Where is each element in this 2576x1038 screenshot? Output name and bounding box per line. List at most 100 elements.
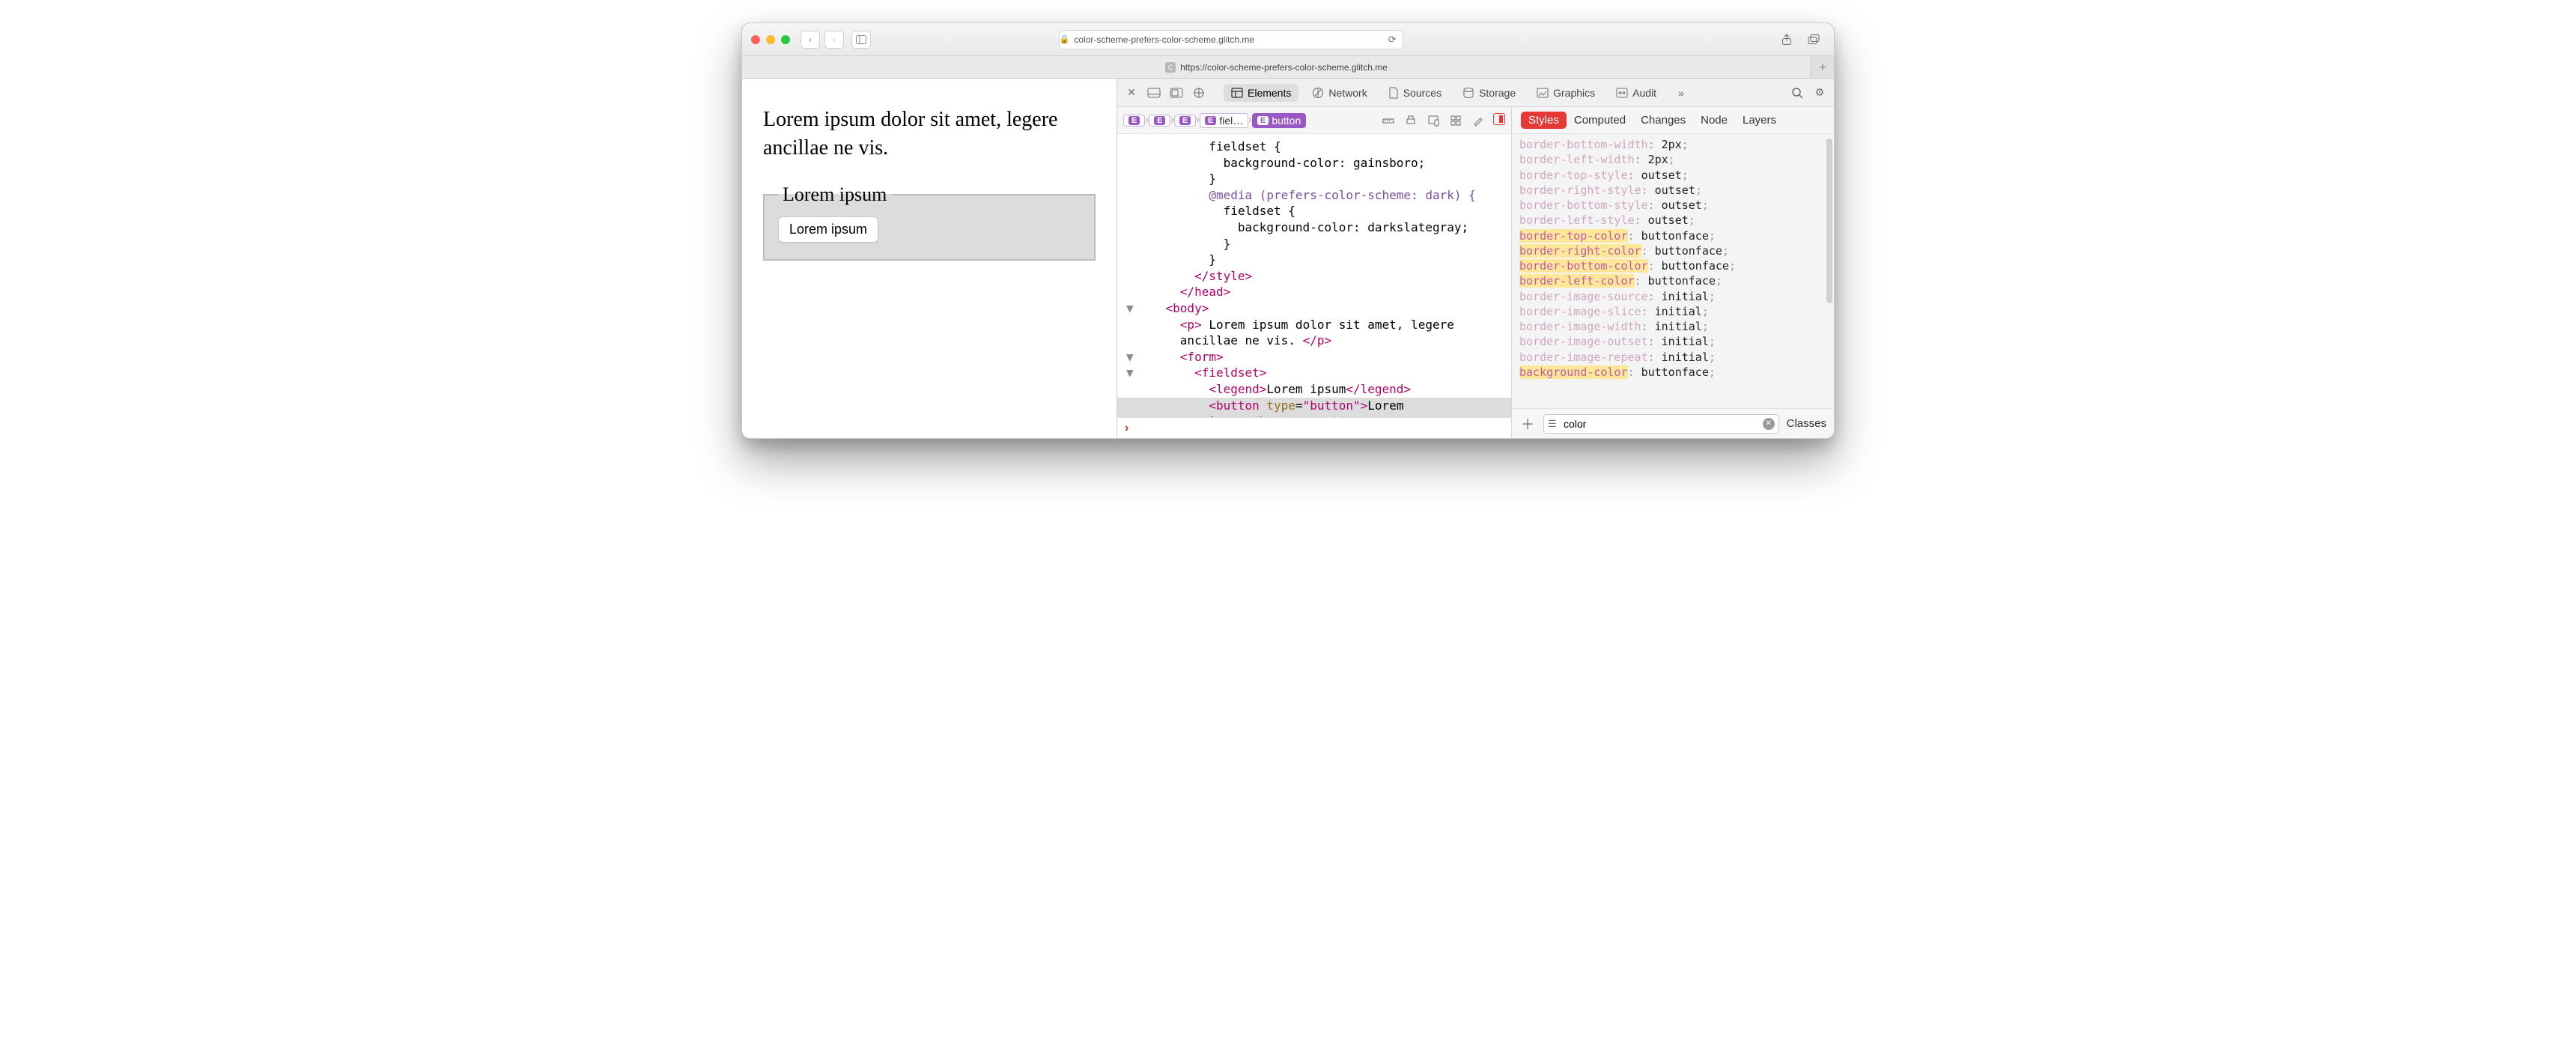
close-devtools-icon[interactable]: ✕	[1123, 85, 1140, 101]
dom-line[interactable]: ▼ <fieldset>	[1117, 365, 1511, 381]
dom-line[interactable]: ancillae ne vis. </p>	[1117, 333, 1511, 349]
print-icon[interactable]	[1403, 113, 1418, 128]
dom-line[interactable]: }	[1117, 236, 1511, 252]
styles-tab-node[interactable]: Node	[1693, 112, 1735, 129]
style-property[interactable]: border-image-source: initial;	[1519, 289, 1826, 304]
style-property[interactable]: border-top-style: outset;	[1519, 168, 1826, 183]
tab-graphics[interactable]: Graphics	[1529, 84, 1603, 102]
style-property[interactable]: border-image-repeat: initial;	[1519, 350, 1826, 365]
page-fieldset: Lorem ipsum Lorem ipsum	[763, 183, 1096, 261]
dom-line[interactable]: </head>	[1117, 284, 1511, 300]
breadcrumb-chip[interactable]: E	[1123, 115, 1145, 127]
style-property[interactable]: border-bottom-style: outset;	[1519, 198, 1826, 213]
styles-tabs: StylesComputedChangesNodeLayers	[1512, 107, 1834, 134]
reload-icon[interactable]: ⟳	[1388, 34, 1397, 46]
back-button[interactable]: ‹	[801, 31, 820, 49]
style-property[interactable]: border-bottom-width: 2px;	[1519, 137, 1826, 152]
styles-tab-styles[interactable]: Styles	[1521, 112, 1567, 129]
close-window-button[interactable]	[751, 35, 760, 44]
classes-toggle[interactable]: Classes	[1787, 417, 1826, 430]
settings-gear-icon[interactable]: ⚙	[1811, 85, 1828, 101]
clear-filter-icon[interactable]: ✕	[1763, 418, 1775, 430]
traffic-lights	[751, 35, 790, 44]
dom-line[interactable]: @media (prefers-color-scheme: dark) {	[1117, 187, 1511, 204]
dom-line[interactable]: ▼ <form>	[1117, 349, 1511, 365]
styles-tab-computed[interactable]: Computed	[1567, 112, 1633, 129]
rendered-page: Lorem ipsum dolor sit amet, legere ancil…	[742, 79, 1117, 438]
breadcrumb-chip[interactable]: E	[1149, 115, 1170, 127]
dom-line[interactable]: }	[1117, 171, 1511, 187]
tab-elements[interactable]: Elements	[1224, 84, 1298, 102]
sidebar-toggle-button[interactable]	[851, 31, 871, 49]
dom-line[interactable]: fieldset {	[1117, 203, 1511, 219]
console-input[interactable]: ›	[1117, 417, 1511, 438]
styles-tab-layers[interactable]: Layers	[1735, 112, 1784, 129]
dom-breadcrumbs: E›E›E›Efiel…›Ebutton	[1117, 107, 1511, 134]
dom-line[interactable]: }	[1117, 252, 1511, 268]
style-property[interactable]: border-bottom-color: buttonface;	[1519, 258, 1826, 273]
grid-icon[interactable]	[1448, 113, 1463, 128]
style-property[interactable]: border-left-color: buttonface;	[1519, 273, 1826, 288]
styles-properties[interactable]: border-bottom-width: 2px;border-left-wid…	[1512, 134, 1834, 408]
dom-tree[interactable]: fieldset { background-color: gainsboro; …	[1117, 134, 1511, 417]
style-property[interactable]: border-top-color: buttonface;	[1519, 228, 1826, 243]
dom-line[interactable]: <p> Lorem ipsum dolor sit amet, legere	[1117, 317, 1511, 333]
tab-title: https://color-scheme-prefers-color-schem…	[1180, 62, 1388, 73]
tab-audit[interactable]: Audit	[1609, 84, 1664, 102]
style-property[interactable]: border-left-width: 2px;	[1519, 152, 1826, 167]
filter-icon: ☰	[1548, 418, 1557, 430]
styles-footer: ＋ ☰ ✕ Classes	[1512, 408, 1834, 438]
style-property[interactable]: border-right-style: outset;	[1519, 183, 1826, 198]
ruler-icon[interactable]	[1381, 113, 1396, 128]
device-icon[interactable]	[1426, 113, 1441, 128]
tab-sources[interactable]: Sources	[1381, 84, 1449, 102]
dom-line[interactable]: <legend>Lorem ipsum</legend>	[1117, 381, 1511, 398]
paint-icon[interactable]	[1471, 113, 1486, 128]
add-rule-button[interactable]: ＋	[1519, 414, 1536, 434]
breadcrumb-chip[interactable]: E	[1174, 115, 1196, 127]
elements-icon	[1231, 88, 1243, 98]
layout-toggle-icon[interactable]	[1493, 113, 1505, 125]
dom-line[interactable]: background-color: gainsboro;	[1117, 155, 1511, 172]
select-element-icon[interactable]	[1191, 85, 1207, 101]
styles-tab-changes[interactable]: Changes	[1633, 112, 1693, 129]
style-property[interactable]: border-image-slice: initial;	[1519, 304, 1826, 319]
address-bar[interactable]: 🔒 color-scheme-prefers-color-scheme.glit…	[1059, 30, 1403, 49]
tab-network[interactable]: Network	[1304, 84, 1374, 102]
styles-filter-input[interactable]	[1543, 414, 1779, 434]
page-button[interactable]: Lorem ipsum	[778, 216, 878, 243]
storage-icon	[1462, 87, 1474, 99]
breadcrumb-chip[interactable]: Ebutton	[1252, 113, 1306, 128]
dom-line[interactable]: </style>	[1117, 268, 1511, 285]
zoom-window-button[interactable]	[781, 35, 790, 44]
search-icon[interactable]	[1789, 85, 1805, 101]
titlebar: ‹ › 🔒 color-scheme-prefers-color-scheme.…	[742, 23, 1834, 56]
dom-line[interactable]: fieldset {	[1117, 139, 1511, 155]
style-property[interactable]: border-right-color: buttonface;	[1519, 243, 1826, 258]
style-property[interactable]: border-left-style: outset;	[1519, 213, 1826, 228]
dock-bottom-icon[interactable]	[1146, 85, 1162, 101]
browser-tab[interactable]: C https://color-scheme-prefers-color-sch…	[742, 56, 1811, 78]
tab-strip: C https://color-scheme-prefers-color-sch…	[742, 56, 1834, 79]
forward-button[interactable]: ›	[824, 31, 844, 49]
tab-storage[interactable]: Storage	[1455, 84, 1523, 102]
dom-line[interactable]: <button type="button">Lorem	[1117, 398, 1511, 414]
minimize-window-button[interactable]	[766, 35, 775, 44]
style-property[interactable]: border-image-outset: initial;	[1519, 334, 1826, 349]
audit-icon	[1616, 88, 1628, 98]
console-prompt-icon: ›	[1125, 422, 1128, 435]
more-tabs-icon[interactable]: »	[1673, 85, 1689, 101]
scrollbar-thumb[interactable]	[1826, 139, 1832, 303]
new-tab-button[interactable]: ＋	[1811, 56, 1834, 78]
tabs-overview-icon[interactable]	[1805, 31, 1822, 48]
address-host: color-scheme-prefers-color-scheme.glitch…	[1074, 34, 1254, 45]
breadcrumb-chip[interactable]: Efiel…	[1200, 113, 1248, 128]
graphics-icon	[1537, 88, 1549, 98]
style-property[interactable]: border-image-width: initial;	[1519, 319, 1826, 334]
favicon: C	[1165, 62, 1176, 73]
dom-line[interactable]: ▼ <body>	[1117, 300, 1511, 317]
dock-side-icon[interactable]	[1168, 85, 1185, 101]
style-property[interactable]: background-color: buttonface;	[1519, 365, 1826, 380]
dom-line[interactable]: background-color: darkslategray;	[1117, 219, 1511, 236]
share-icon[interactable]	[1778, 31, 1795, 48]
